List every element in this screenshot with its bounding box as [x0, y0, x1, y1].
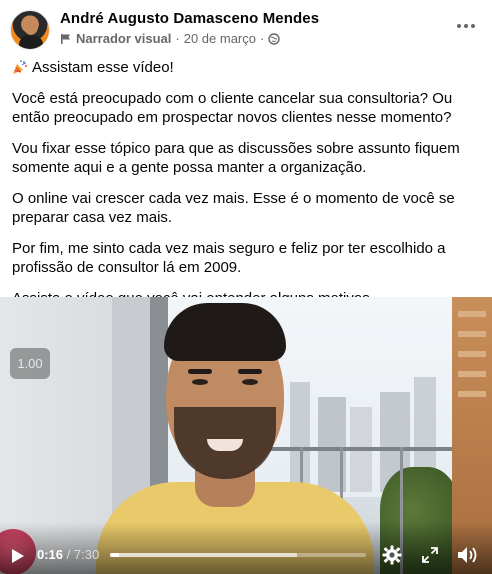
meta-separator: · — [175, 31, 180, 46]
post-paragraph: Vou fixar esse tópico para que as discus… — [12, 139, 460, 177]
post-header: André Augusto Damasceno Mendes Narrador … — [10, 8, 482, 52]
video-player[interactable]: 1.00 0:16 / 7:30 — [0, 297, 492, 574]
author-role[interactable]: Narrador visual — [76, 31, 171, 46]
video-scene-window — [458, 331, 486, 337]
more-options-icon-dot — [471, 24, 475, 28]
video-person-eye — [242, 379, 258, 385]
avatar-face — [24, 19, 38, 35]
time-separator: / — [63, 547, 74, 562]
globe-icon[interactable] — [268, 32, 281, 45]
video-scene-window — [458, 371, 486, 377]
more-options-icon-dot — [464, 24, 468, 28]
flag-icon — [61, 33, 70, 44]
gear-icon[interactable] — [382, 545, 402, 565]
video-person-hair — [164, 303, 286, 361]
volume-icon[interactable] — [457, 545, 479, 565]
more-options-button[interactable] — [452, 16, 480, 36]
video-scene-window — [458, 391, 486, 397]
video-scene-window — [458, 351, 486, 357]
video-person-eye — [192, 379, 208, 385]
post-paragraph: Você está preocupado com o cliente cance… — [12, 89, 453, 127]
duration: 7:30 — [73, 547, 100, 562]
post-paragraph: Por fim, me sinto cada vez mais seguro e… — [12, 239, 446, 277]
author-avatar[interactable] — [10, 10, 50, 50]
video-person-brow — [238, 369, 262, 374]
progress-buffered — [110, 553, 297, 557]
playback-speed-badge[interactable]: 1.00 — [10, 348, 50, 379]
play-icon[interactable] — [11, 548, 25, 564]
expand-icon[interactable] — [422, 547, 438, 563]
author-name[interactable]: André Augusto Damasceno Mendes — [60, 10, 319, 27]
progress-played — [110, 553, 120, 557]
avatar-shirt — [19, 35, 43, 49]
current-time: 0:16 — [37, 547, 64, 562]
video-scene-window — [458, 311, 486, 317]
post-body: Assistam esse vídeo! Você está preocupad… — [12, 58, 482, 319]
facebook-post: André Augusto Damasceno Mendes Narrador … — [0, 0, 492, 574]
post-paragraph: O online vai crescer cada vez mais. Esse… — [12, 189, 455, 227]
meta-separator-2: · — [259, 31, 265, 46]
post-date[interactable]: 20 de março — [184, 31, 256, 46]
post-meta: Narrador visual · 20 de março · — [60, 31, 281, 46]
more-options-icon — [457, 24, 461, 28]
video-person-brow — [188, 369, 212, 374]
video-time: 0:16 / 7:30 — [37, 547, 99, 562]
post-paragraph-text: Assistam esse vídeo! — [32, 59, 174, 76]
progress-bar[interactable] — [110, 553, 366, 557]
party-popper-icon — [13, 60, 27, 74]
post-paragraph: Assistam esse vídeo! — [12, 58, 482, 78]
